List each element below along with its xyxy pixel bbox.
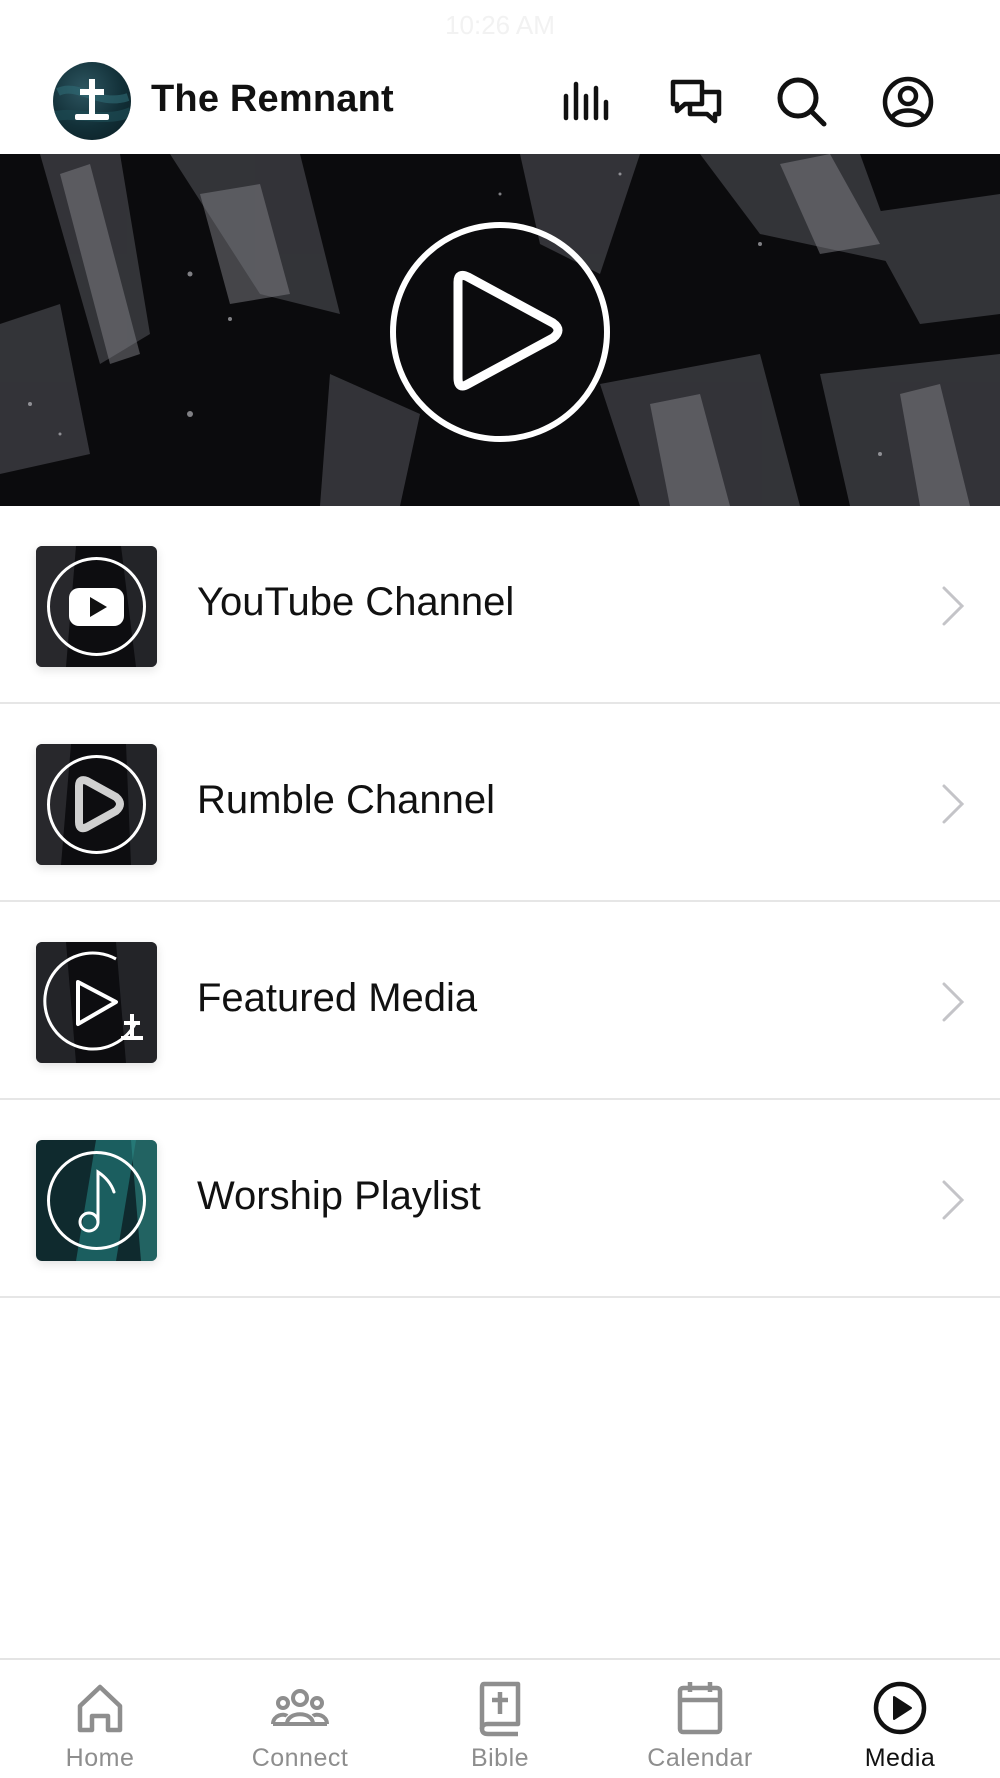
audio-bars-icon[interactable] xyxy=(560,74,616,130)
media-list: YouTube Channel Rumble Channel Featured … xyxy=(0,506,1000,1298)
app-header: The Remnant xyxy=(0,50,1000,154)
hero-banner[interactable] xyxy=(0,154,1000,506)
list-item-featured-media[interactable]: Featured Media xyxy=(0,902,1000,1100)
bible-icon xyxy=(479,1681,521,1737)
chevron-right-icon xyxy=(942,784,965,824)
tab-media[interactable]: Media xyxy=(800,1660,1000,1778)
tab-label: Bible xyxy=(470,1744,530,1772)
list-item-youtube-channel[interactable]: YouTube Channel xyxy=(0,506,1000,704)
search-icon[interactable] xyxy=(774,74,830,130)
rumble-icon xyxy=(36,744,157,865)
tab-calendar[interactable]: Calendar xyxy=(600,1660,800,1778)
calendar-icon xyxy=(677,1682,723,1735)
list-item-label: Rumble Channel xyxy=(197,778,495,822)
tab-bible[interactable]: Bible xyxy=(400,1660,600,1778)
account-icon[interactable] xyxy=(880,74,936,130)
home-icon xyxy=(77,1684,123,1733)
status-time: 10:26 AM xyxy=(445,10,555,40)
list-item-label: Featured Media xyxy=(197,976,478,1020)
music-note-icon xyxy=(36,1140,157,1261)
chat-bubbles-icon[interactable] xyxy=(668,74,724,130)
chevron-right-icon xyxy=(942,586,965,626)
play-cross-icon xyxy=(36,942,157,1063)
list-item-rumble-channel[interactable]: Rumble Channel xyxy=(0,704,1000,902)
tab-label: Media xyxy=(864,1744,936,1772)
chevron-right-icon xyxy=(942,1180,965,1220)
youtube-icon xyxy=(36,546,157,667)
play-circle-icon xyxy=(873,1681,927,1735)
people-icon xyxy=(271,1689,329,1726)
bottom-tab-bar: Home Connect Bible Calendar Media xyxy=(0,1658,1000,1778)
status-bar: 10:26 AM xyxy=(0,0,1000,50)
list-item-label: Worship Playlist xyxy=(197,1174,481,1218)
cross-logo-icon[interactable] xyxy=(53,62,131,140)
chevron-right-icon xyxy=(942,982,965,1022)
tab-label: Calendar xyxy=(647,1744,753,1772)
list-item-label: YouTube Channel xyxy=(197,580,515,624)
app-title: The Remnant xyxy=(151,78,394,120)
tab-label: Connect xyxy=(251,1744,349,1772)
tab-connect[interactable]: Connect xyxy=(200,1660,400,1778)
tab-home[interactable]: Home xyxy=(0,1660,200,1778)
list-item-worship-playlist[interactable]: Worship Playlist xyxy=(0,1100,1000,1298)
play-circle-icon[interactable] xyxy=(388,220,612,444)
tab-label: Home xyxy=(65,1744,135,1772)
